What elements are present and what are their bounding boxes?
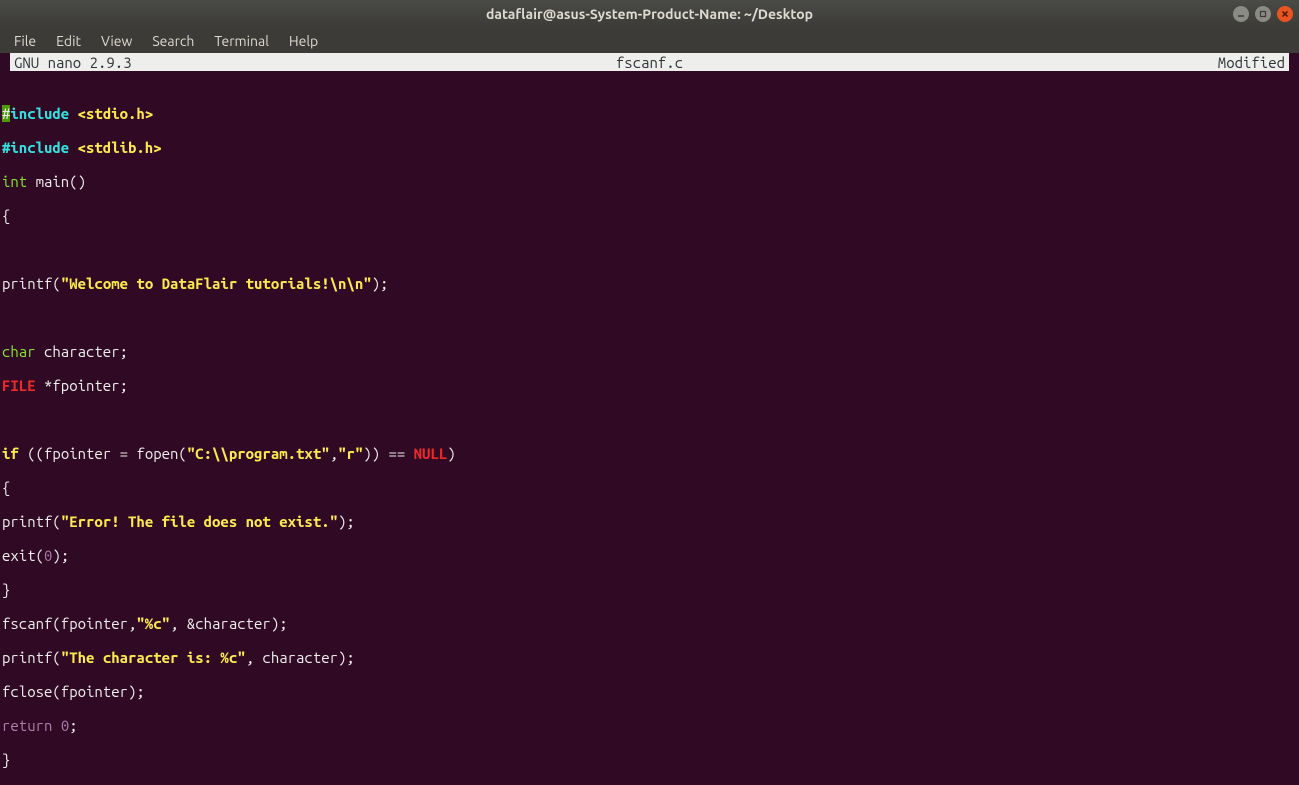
code-line: printf("Error! The file does not exist."…: [0, 513, 1299, 530]
code-line: }: [0, 581, 1299, 598]
code-line: FILE *fpointer;: [0, 377, 1299, 394]
code-line: if ((fpointer = fopen("C:\\program.txt",…: [0, 445, 1299, 462]
menu-help[interactable]: Help: [279, 30, 328, 52]
minimize-icon: [1237, 10, 1245, 18]
menu-file[interactable]: File: [4, 30, 46, 52]
code-line: [0, 411, 1299, 428]
window-controls: [1233, 6, 1293, 22]
code-line: int main(): [0, 173, 1299, 190]
nano-version: GNU nano 2.9.3: [14, 54, 132, 71]
code-line: exit(0);: [0, 547, 1299, 564]
minimize-button[interactable]: [1233, 6, 1249, 22]
code-line: {: [0, 479, 1299, 496]
maximize-icon: [1259, 10, 1267, 18]
code-line: return 0;: [0, 717, 1299, 734]
code-line: fscanf(fpointer,"%c", &character);: [0, 615, 1299, 632]
window-titlebar: dataflair@asus-System-Product-Name: ~/De…: [0, 0, 1299, 28]
menubar: File Edit View Search Terminal Help: [0, 28, 1299, 53]
code-line: printf("The character is: %c", character…: [0, 649, 1299, 666]
code-line: }: [0, 751, 1299, 768]
menu-terminal[interactable]: Terminal: [204, 30, 279, 52]
code-line: [0, 309, 1299, 326]
editor-area[interactable]: #include <stdio.h> #include <stdlib.h> i…: [0, 88, 1299, 785]
window-title: dataflair@asus-System-Product-Name: ~/De…: [486, 6, 813, 22]
nano-filename: fscanf.c: [616, 54, 683, 71]
nano-header: GNU nano 2.9.3 fscanf.c Modified: [10, 53, 1289, 71]
maximize-button[interactable]: [1255, 6, 1271, 22]
code-line: printf("Welcome to DataFlair tutorials!\…: [0, 275, 1299, 292]
close-button[interactable]: [1277, 6, 1293, 22]
menu-view[interactable]: View: [91, 30, 142, 52]
code-line: #include <stdlib.h>: [0, 139, 1299, 156]
code-line: [0, 241, 1299, 258]
menu-edit[interactable]: Edit: [46, 30, 91, 52]
code-line: #include <stdio.h>: [0, 105, 1299, 122]
nano-status: Modified: [1218, 54, 1285, 71]
close-icon: [1281, 10, 1289, 18]
code-line: char character;: [0, 343, 1299, 360]
menu-search[interactable]: Search: [142, 30, 204, 52]
code-line: {: [0, 207, 1299, 224]
code-line: fclose(fpointer);: [0, 683, 1299, 700]
